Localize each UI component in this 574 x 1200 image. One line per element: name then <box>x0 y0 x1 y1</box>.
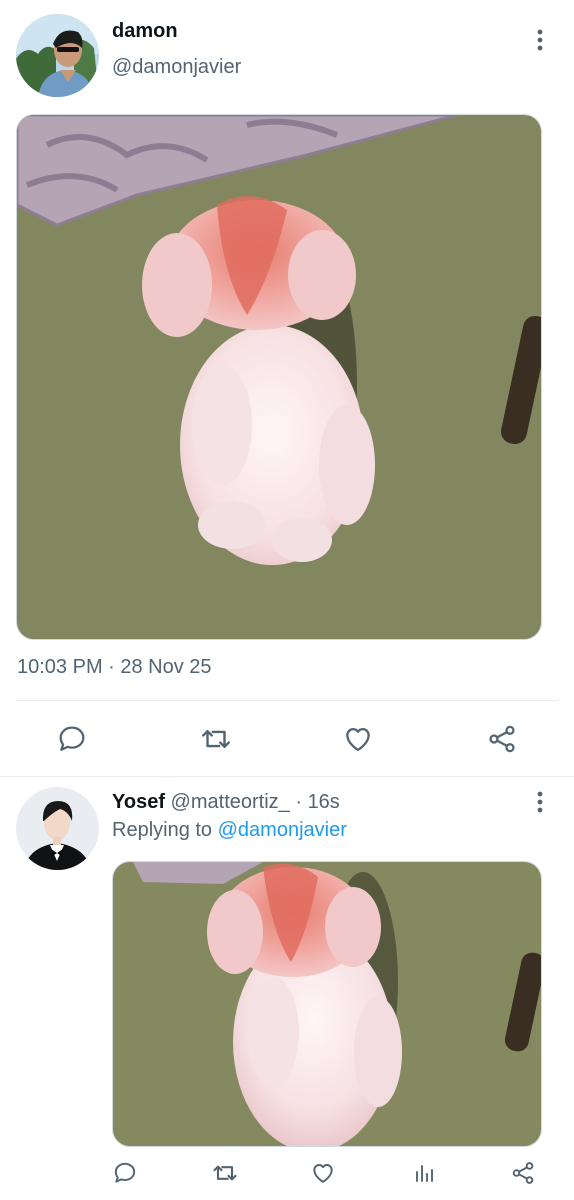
author-name[interactable]: damon <box>112 20 178 43</box>
reply-retweet-icon[interactable] <box>208 1158 242 1188</box>
reply-reply-icon[interactable] <box>108 1158 142 1188</box>
reply-more-options-icon[interactable] <box>528 790 552 814</box>
reply-photo[interactable] <box>112 861 542 1147</box>
replying-to-mention[interactable]: @damonjavier <box>218 819 347 841</box>
section-divider <box>0 776 574 777</box>
reply-icon[interactable] <box>52 722 92 756</box>
reply-analytics-icon[interactable] <box>408 1158 442 1188</box>
avatar-yosef[interactable] <box>16 787 99 870</box>
like-icon[interactable] <box>338 722 378 756</box>
replying-to-label: Replying to <box>112 819 218 841</box>
reply-header: Yosef @matteortiz_ · 16s <box>112 788 340 816</box>
reply-separator: · <box>289 791 308 813</box>
reply-share-icon[interactable] <box>506 1158 540 1188</box>
avatar-damon[interactable] <box>16 14 99 97</box>
tweet-timestamp[interactable]: 10:03 PM · 28 Nov 25 <box>17 656 212 679</box>
retweet-icon[interactable] <box>196 722 236 756</box>
share-icon[interactable] <box>482 722 522 756</box>
more-options-icon[interactable] <box>528 28 552 52</box>
divider <box>16 700 558 701</box>
author-handle[interactable]: @damonjavier <box>112 56 241 79</box>
reply-like-icon[interactable] <box>306 1158 340 1188</box>
tweet-photo[interactable] <box>16 114 542 640</box>
reply-author-handle[interactable]: @matteortiz_ <box>171 791 290 813</box>
reply-age[interactable]: 16s <box>308 791 340 813</box>
reply-author-name[interactable]: Yosef <box>112 791 165 813</box>
replying-to: Replying to @damonjavier <box>112 816 347 844</box>
